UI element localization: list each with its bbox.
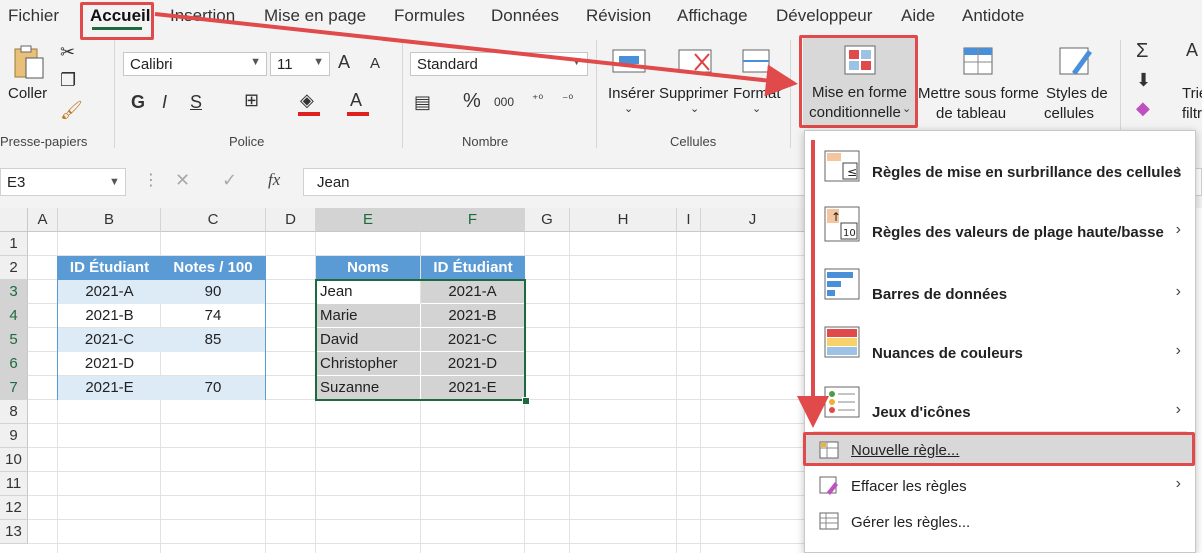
- annotation-arrows: [154, 12, 829, 428]
